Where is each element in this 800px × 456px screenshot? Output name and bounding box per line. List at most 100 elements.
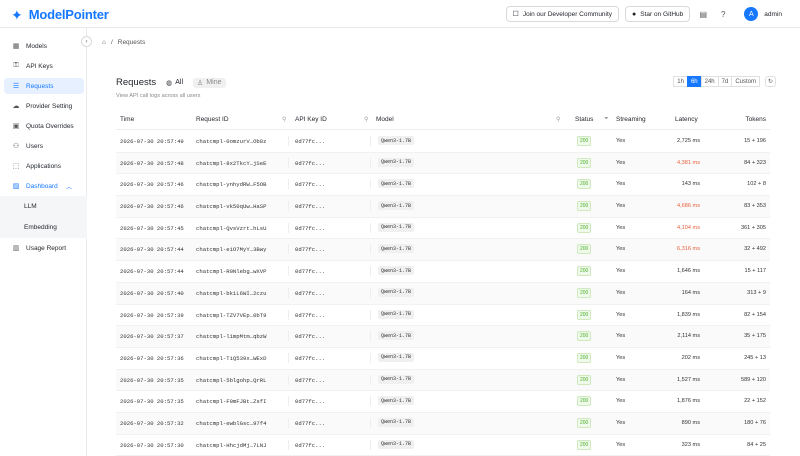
status-badge: 200 bbox=[577, 222, 592, 233]
column-header-time[interactable]: Time bbox=[120, 116, 134, 123]
status-badge: 200 bbox=[577, 309, 592, 320]
avatar[interactable]: A bbox=[744, 7, 759, 21]
search-icon[interactable]: ⚲ bbox=[364, 116, 368, 123]
table-row[interactable]: 2026-07-30 20:57:44 chatcmpl-R0Nlebg…wXVP… bbox=[116, 261, 770, 283]
range-6h[interactable]: 6h bbox=[686, 76, 702, 87]
model-tag: Qwen3-1.7B bbox=[378, 417, 415, 427]
cell-tokens: 35 + 175 bbox=[744, 333, 766, 340]
table-row[interactable]: 2026-07-30 20:57:40 chatcmpl-bk1L6WI…2czu… bbox=[116, 282, 770, 305]
range-7d[interactable]: 7d bbox=[717, 76, 733, 87]
column-header-status[interactable]: Status bbox=[575, 116, 593, 123]
sidebar-item-usage-report[interactable]: ▥ Usage Report bbox=[4, 240, 84, 256]
cell-request-id[interactable]: chatcmpl-ynhydRW…F5OB bbox=[196, 181, 267, 188]
cell-latency: 4,104 ms bbox=[676, 224, 700, 231]
cell-api-key-id: 0d77fc... bbox=[295, 246, 326, 254]
cell-request-id[interactable]: chatcmpl-HhcjdMj…7LNJ bbox=[196, 442, 267, 449]
table-row[interactable]: 2026-07-30 20:57:30 chatcmpl-HhcjdMj…7LNJ… bbox=[116, 435, 770, 456]
cell-request-id[interactable]: chatcmpl-TiQ539x…WExD bbox=[196, 355, 267, 362]
sidebar-item-users[interactable]: ⚇ Users bbox=[4, 138, 84, 154]
cell-tokens: 15 + 196 bbox=[744, 138, 766, 144]
cell-latency: 4,381 ms bbox=[676, 159, 700, 166]
cell-request-id[interactable]: chatcmpl-bk1L6WI…2czu bbox=[196, 290, 267, 297]
cell-time: 2026-07-30 20:57:36 bbox=[120, 354, 184, 362]
collapse-sidebar-button[interactable]: ‹ bbox=[81, 36, 92, 47]
help-icon[interactable]: ? bbox=[716, 7, 730, 21]
sidebar-item-models[interactable]: ▦ Models bbox=[4, 38, 84, 54]
table-row[interactable]: 2026-07-30 20:57:35 chatcmpl-F0mFJBt…ZsfI… bbox=[116, 391, 770, 413]
cell-api-key-id: 0d77fc... bbox=[295, 268, 326, 276]
cell-request-id[interactable]: chatcmpl-F0mFJBt…ZsfI bbox=[196, 398, 267, 405]
sidebar-item-label: Quota Overrides bbox=[26, 122, 74, 130]
model-tag: Qwen3-1.7B bbox=[378, 287, 415, 297]
cell-tokens: 84 + 25 bbox=[747, 441, 766, 448]
sidebar-item-quota-overrides[interactable]: ▣ Quota Overrides bbox=[4, 118, 84, 134]
search-icon[interactable]: ⚲ bbox=[556, 116, 560, 123]
user-name[interactable]: admin bbox=[764, 11, 782, 18]
column-divider bbox=[370, 179, 371, 190]
range-24h[interactable]: 24h bbox=[700, 76, 719, 87]
cell-request-id[interactable]: chatcmpl-5blgohp…QrRL bbox=[196, 377, 267, 384]
table-row[interactable]: 2026-07-30 20:57:45 chatcmpl-QvsVzrt…hLsU… bbox=[116, 218, 770, 240]
docs-icon[interactable]: ▤ bbox=[696, 7, 710, 21]
column-header-streaming[interactable]: Streaming bbox=[616, 116, 646, 123]
table-row[interactable]: 2026-07-30 20:57:37 chatcmpl-l1mpMtm…qbzW… bbox=[116, 326, 770, 348]
sidebar-item-requests[interactable]: ☰ Requests bbox=[4, 78, 84, 94]
table-row[interactable]: 2026-07-30 20:57:32 chatcmpl-ewblGsc…97f4… bbox=[116, 412, 770, 435]
model-tag: Qwen3-1.7B bbox=[378, 439, 415, 449]
cell-time: 2026-07-30 20:57:35 bbox=[120, 376, 184, 384]
cell-tokens: 589 + 120 bbox=[740, 376, 766, 383]
column-header-api-key-id[interactable]: API Key ID bbox=[295, 116, 327, 123]
scope-all-button[interactable]: ◍ All bbox=[162, 78, 187, 88]
range-custom[interactable]: Custom bbox=[731, 76, 760, 87]
table-row[interactable]: 2026-07-30 20:57:36 chatcmpl-TiQ539x…WExD… bbox=[116, 348, 770, 370]
list-icon: ☰ bbox=[12, 83, 20, 90]
sidebar-subitem-llm[interactable]: LLM bbox=[0, 196, 87, 217]
cell-request-id[interactable]: chatcmpl-ewblGsc…97f4 bbox=[196, 420, 267, 427]
sidebar-item-api-keys[interactable]: ⚿ API Keys bbox=[4, 58, 84, 74]
table-row[interactable]: 2026-07-30 20:57:35 chatcmpl-5blgohp…QrRL… bbox=[116, 369, 770, 392]
cell-request-id[interactable]: chatcmpl-l1mpMtm…qbzW bbox=[196, 333, 267, 340]
table-row[interactable]: 2026-07-30 20:57:48 chatcmpl-8x2TkcY…jSeE… bbox=[116, 152, 770, 175]
cell-request-id[interactable]: chatcmpl-QvsVzrt…hLsU bbox=[196, 225, 267, 232]
search-icon[interactable]: ⚲ bbox=[282, 116, 286, 123]
table-row[interactable]: 2026-07-30 20:57:46 chatcmpl-vk50qUw…HaSP… bbox=[116, 196, 770, 218]
model-tag: Qwen3-1.7B bbox=[378, 179, 415, 189]
scope-mine-button[interactable]: ♙ Mine bbox=[193, 77, 226, 88]
column-header-tokens[interactable]: Tokens bbox=[745, 116, 766, 123]
column-divider bbox=[288, 244, 289, 255]
cell-tokens: 32 + 492 bbox=[744, 246, 766, 253]
sidebar-subitem-embedding[interactable]: Embedding bbox=[0, 217, 87, 238]
sidebar-item-applications[interactable]: ⬚ Applications bbox=[4, 158, 84, 174]
breadcrumb-current: Requests bbox=[117, 39, 146, 46]
cell-tokens: 180 + 76 bbox=[744, 419, 766, 426]
refresh-icon[interactable]: ↻ bbox=[765, 76, 776, 87]
column-header-latency[interactable]: Latency bbox=[675, 116, 698, 123]
breadcrumb-separator: / bbox=[110, 39, 113, 46]
filter-icon[interactable]: ⏷ bbox=[604, 116, 609, 123]
github-button[interactable]: ● Star on GitHub bbox=[625, 6, 691, 22]
community-button[interactable]: ☐ Join our Developer Community bbox=[505, 6, 620, 22]
column-header-request-id[interactable]: Request ID bbox=[196, 116, 229, 123]
sidebar-item-provider-setting[interactable]: ☁ Provider Setting bbox=[4, 98, 84, 114]
cell-request-id[interactable]: chatcmpl-8x2TkcY…jSeE bbox=[196, 160, 267, 167]
cell-request-id[interactable]: chatcmpl-eiO7MyY…3Bwy bbox=[196, 246, 267, 253]
table-row[interactable]: 2026-07-30 20:57:44 chatcmpl-eiO7MyY…3Bwy… bbox=[116, 239, 770, 262]
home-icon[interactable]: ⌂ bbox=[102, 39, 106, 46]
table-row[interactable]: 2026-07-30 20:57:39 chatcmpl-TZV7VEp…0bT9… bbox=[116, 305, 770, 327]
cell-tokens: 83 + 353 bbox=[744, 203, 766, 210]
sidebar-item-dashboard[interactable]: ▨ Dashboard ︿ bbox=[4, 178, 84, 194]
model-tag: Qwen3-1.7B bbox=[378, 352, 415, 362]
cell-time: 2026-07-30 20:57:37 bbox=[120, 333, 184, 341]
cell-latency: 202 ms bbox=[681, 354, 700, 361]
range-1h[interactable]: 1h bbox=[673, 76, 688, 87]
table-row[interactable]: 2026-07-30 20:57:46 chatcmpl-ynhydRW…F5OB… bbox=[116, 174, 770, 197]
scope-all-label: All bbox=[175, 79, 184, 86]
column-header-model[interactable]: Model bbox=[376, 116, 394, 123]
cell-request-id[interactable]: chatcmpl-0omzurV…Ob8z bbox=[196, 138, 267, 145]
cell-request-id[interactable]: chatcmpl-R0Nlebg…wXVP bbox=[196, 268, 267, 275]
table-row[interactable]: 2026-07-30 20:57:49 chatcmpl-0omzurV…Ob8z… bbox=[116, 131, 770, 153]
app-logo[interactable]: ✦ ModelPointer bbox=[11, 7, 109, 22]
column-divider bbox=[288, 179, 289, 190]
cell-request-id[interactable]: chatcmpl-vk50qUw…HaSP bbox=[196, 203, 267, 210]
cell-request-id[interactable]: chatcmpl-TZV7VEp…0bT9 bbox=[196, 312, 267, 319]
